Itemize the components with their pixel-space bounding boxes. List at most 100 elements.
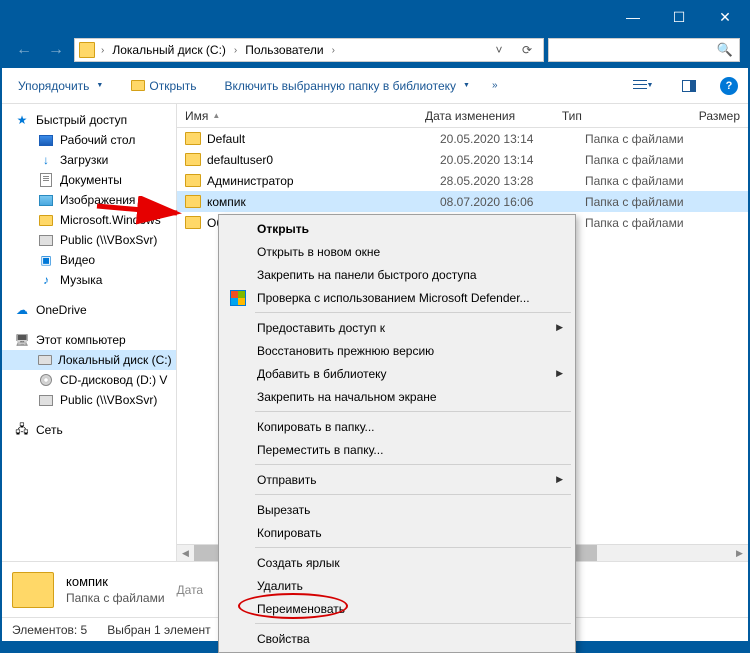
navbar: ← → › Локальный диск (C:) › Пользователи… (2, 32, 748, 68)
scroll-right-button[interactable]: ▶ (731, 545, 748, 562)
list-view-icon (633, 80, 647, 92)
network-folder-icon (38, 232, 54, 248)
sidebar-public2[interactable]: Public (\\VBoxSvr) (2, 390, 176, 410)
network-icon: 🖧 (14, 422, 30, 438)
sidebar-pictures[interactable]: Изображения (2, 190, 176, 210)
network-folder-icon (38, 392, 54, 408)
cm-copy-to-folder[interactable]: Копировать в папку... (221, 415, 573, 438)
cm-restore-previous[interactable]: Восстановить прежнюю версию (221, 339, 573, 362)
sidebar-network[interactable]: 🖧Сеть (2, 420, 176, 440)
minimize-button[interactable]: — (610, 2, 656, 32)
folder-icon (185, 216, 201, 229)
column-size[interactable]: Размер (691, 109, 748, 123)
folder-icon (185, 174, 201, 187)
view-mode-button[interactable]: ▼ (628, 74, 658, 98)
cm-separator (255, 494, 571, 495)
file-row[interactable]: defaultuser0 20.05.2020 13:14Папка с фай… (177, 149, 748, 170)
sidebar-public[interactable]: Public (\\VBoxSvr) (2, 230, 176, 250)
status-item-count: Элементов: 5 (12, 623, 87, 637)
toolbar-overflow-button[interactable]: » (492, 80, 498, 91)
sidebar-video[interactable]: ▣Видео (2, 250, 176, 270)
cm-separator (255, 312, 571, 313)
search-icon: 🔍 (717, 42, 733, 58)
cm-give-access[interactable]: Предоставить доступ к (221, 316, 573, 339)
cm-separator (255, 411, 571, 412)
chevron-right-icon[interactable]: › (99, 45, 106, 56)
sidebar-this-pc[interactable]: 🖥Этот компьютер (2, 330, 176, 350)
file-row[interactable]: Default 20.05.2020 13:14Папка с файлами (177, 128, 748, 149)
folder-icon (79, 42, 95, 58)
video-icon: ▣ (38, 252, 54, 268)
sidebar-quick-access[interactable]: ★Быстрый доступ (2, 110, 176, 130)
toolbar: Упорядочить Открыть Включить выбранную п… (2, 68, 748, 104)
scroll-left-button[interactable]: ◀ (177, 545, 194, 562)
column-date[interactable]: Дата изменения (417, 109, 554, 123)
cm-rename[interactable]: Переименовать (221, 597, 573, 620)
music-icon: ♪ (38, 272, 54, 288)
folder-icon (185, 153, 201, 166)
folder-icon (185, 195, 201, 208)
sidebar-ms[interactable]: Microsoft.Windows (2, 210, 176, 230)
sidebar-cd-drive[interactable]: CD-дисковод (D:) V (2, 370, 176, 390)
pc-icon: 🖥 (14, 332, 30, 348)
sidebar-music[interactable]: ♪Музыка (2, 270, 176, 290)
sidebar-downloads[interactable]: ↓Загрузки (2, 150, 176, 170)
chevron-right-icon[interactable]: › (330, 45, 337, 56)
cm-cut[interactable]: Вырезать (221, 498, 573, 521)
drive-icon (38, 352, 52, 368)
cm-pin-to-start[interactable]: Закрепить на начальном экране (221, 385, 573, 408)
column-headers: Имя▲ Дата изменения Тип Размер (177, 104, 748, 128)
cd-icon (38, 372, 54, 388)
sidebar-onedrive[interactable]: ☁OneDrive (2, 300, 176, 320)
cm-add-to-library[interactable]: Добавить в библиотеку (221, 362, 573, 385)
cm-create-shortcut[interactable]: Создать ярлык (221, 551, 573, 574)
cm-send-to[interactable]: Отправить (221, 468, 573, 491)
file-row[interactable]: Администратор 28.05.2020 13:28Папка с фа… (177, 170, 748, 191)
breadcrumb-segment[interactable]: Локальный диск (C:) (110, 43, 228, 57)
cm-copy[interactable]: Копировать (221, 521, 573, 544)
organize-button[interactable]: Упорядочить (12, 75, 109, 97)
cloud-icon: ☁ (14, 302, 30, 318)
cm-move-to-folder[interactable]: Переместить в папку... (221, 438, 573, 461)
cm-delete[interactable]: Удалить (221, 574, 573, 597)
cm-open-new-window[interactable]: Открыть в новом окне (221, 240, 573, 263)
star-icon: ★ (14, 112, 30, 128)
sidebar-documents[interactable]: Документы (2, 170, 176, 190)
nav-pane: ★Быстрый доступ Рабочий стол ↓Загрузки Д… (2, 104, 177, 561)
cm-open[interactable]: Открыть (221, 217, 573, 240)
titlebar: — ☐ ✕ (2, 2, 748, 32)
file-row-selected[interactable]: компик 08.07.2020 16:06Папка с файлами (177, 191, 748, 212)
sort-asc-icon: ▲ (212, 111, 220, 120)
cm-pin-quick-access[interactable]: Закрепить на панели быстрого доступа (221, 263, 573, 286)
cm-separator (255, 464, 571, 465)
preview-pane-button[interactable] (674, 74, 704, 98)
sidebar-desktop[interactable]: Рабочий стол (2, 130, 176, 150)
close-button[interactable]: ✕ (702, 2, 748, 32)
details-type: Папка с файлами (66, 591, 165, 605)
status-selection: Выбран 1 элемент (107, 623, 210, 637)
include-library-button[interactable]: Включить выбранную папку в библиотеку (219, 75, 476, 97)
back-button[interactable]: ← (10, 36, 38, 64)
refresh-button[interactable]: ⟳ (515, 39, 539, 61)
column-name[interactable]: Имя▲ (177, 109, 417, 123)
folder-large-icon (12, 572, 54, 608)
cm-separator (255, 623, 571, 624)
search-box[interactable]: 🔍 (548, 38, 740, 62)
cm-properties[interactable]: Свойства (221, 627, 573, 650)
details-name: компик (66, 574, 165, 589)
folder-icon (185, 132, 201, 145)
help-button[interactable]: ? (720, 77, 738, 95)
details-meta-label: Дата (177, 583, 204, 597)
forward-button[interactable]: → (42, 36, 70, 64)
sidebar-local-disk[interactable]: Локальный диск (C:) (2, 350, 176, 370)
chevron-right-icon[interactable]: › (232, 45, 239, 56)
cm-defender-scan[interactable]: Проверка с использованием Microsoft Defe… (221, 286, 573, 309)
address-dropdown-button[interactable]: ˅ (487, 39, 511, 61)
address-bar[interactable]: › Локальный диск (C:) › Пользователи › ˅… (74, 38, 544, 62)
folder-icon (38, 212, 54, 228)
open-button[interactable]: Открыть (125, 75, 202, 97)
column-type[interactable]: Тип (554, 109, 691, 123)
maximize-button[interactable]: ☐ (656, 2, 702, 32)
breadcrumb-segment[interactable]: Пользователи (243, 43, 325, 57)
download-icon: ↓ (38, 152, 54, 168)
